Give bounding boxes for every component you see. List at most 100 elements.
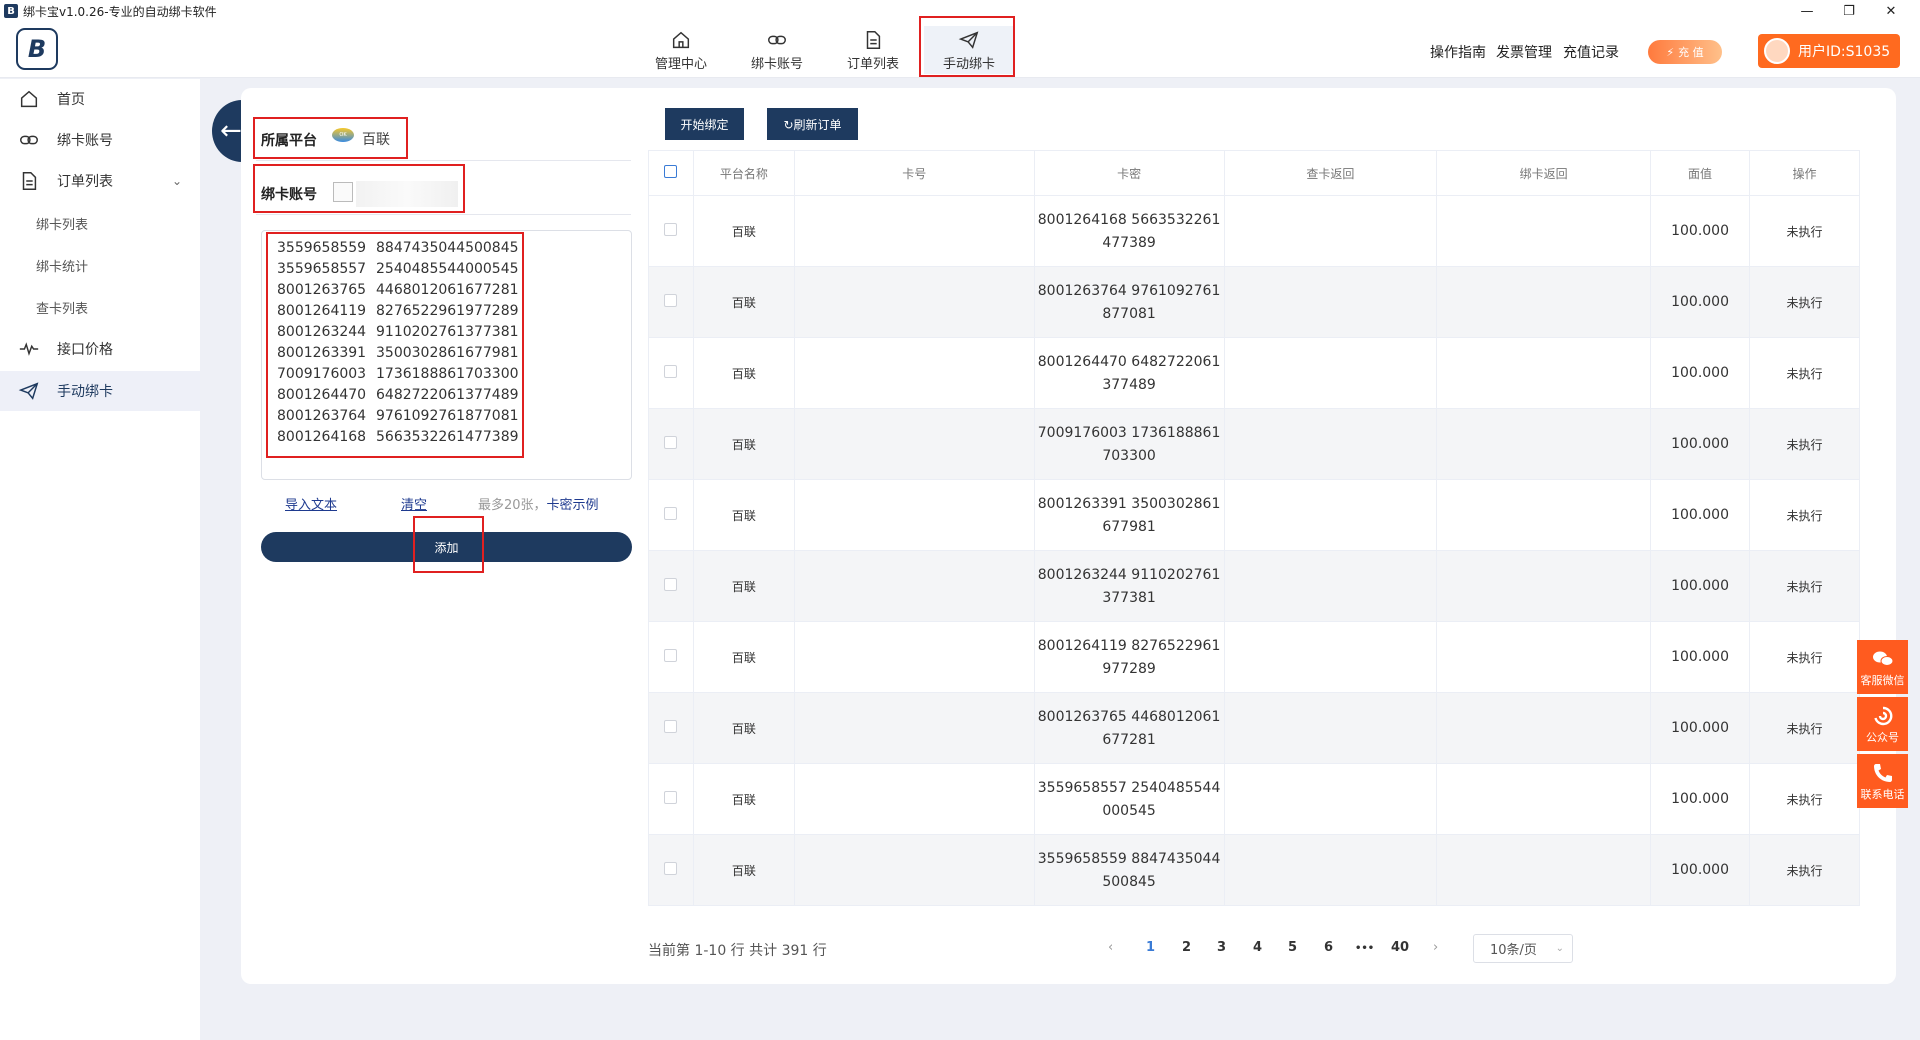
row-checkbox[interactable] [664,577,678,591]
account-select[interactable] [356,181,458,207]
card-secret-cell: 3559658557 2540485544 000545 [1033,763,1225,835]
lightning-icon: ⚡ [1666,45,1675,59]
chevron-down-icon: ⌄ [172,174,183,188]
table-row[interactable]: 百联 3559658559 8847435044 500845 100.000 未执行 [648,834,1860,906]
card-number-cell [793,266,1035,338]
row-checkbox[interactable] [664,506,678,520]
row-checkbox[interactable] [664,861,678,875]
refresh-orders-button[interactable]: ↻刷新订单 [767,108,858,140]
row-select-cell[interactable] [648,692,694,764]
sidebar-item-manual-bind[interactable]: 手动绑卡 [0,371,200,411]
table-row[interactable]: 百联 8001264168 5663532261 477389 100.000 未执行 [648,195,1860,267]
tab-bind-accounts[interactable]: 绑卡账号 [732,26,822,74]
row-checkbox[interactable] [664,293,678,307]
bind-result-cell [1436,763,1652,835]
table-row[interactable]: 百联 7009176003 1736188861 703300 100.000 未执行 [648,408,1860,480]
row-checkbox[interactable] [664,364,678,378]
row-checkbox[interactable] [664,435,678,449]
row-select-cell[interactable] [648,834,694,906]
card-secret-line: 8001263244 9110202761 [1037,566,1221,583]
select-all-checkbox[interactable] [664,165,678,178]
card-secret-line: 8001264119 8276522961 [1037,637,1221,654]
row-select-cell[interactable] [648,550,694,622]
minimize-button[interactable]: — [1784,0,1830,22]
table-header-row: 平台名称 卡号 卡密 查卡返回 绑卡返回 面值 操作 [648,150,1860,196]
row-checkbox[interactable] [664,222,678,236]
table-row[interactable]: 百联 8001264119 8276522961 977289 100.000 未执行 [648,621,1860,693]
tab-management-center[interactable]: 管理中心 [636,26,726,74]
divider [256,214,631,215]
row-select-cell[interactable] [648,337,694,409]
row-checkbox[interactable] [664,790,678,804]
row-select-cell[interactable] [648,408,694,480]
select-all-cell[interactable] [648,150,694,196]
status-cell: 未执行 [1749,195,1860,267]
page-size-value: 10条/页 [1490,943,1537,958]
tab-order-list[interactable]: 订单列表 [828,26,918,74]
platform-cell: 百联 [692,408,795,480]
page-button[interactable]: 40 [1391,940,1409,955]
row-select-cell[interactable] [648,266,694,338]
table-row[interactable]: 百联 8001263244 9110202761 377381 100.000 未执行 [648,550,1860,622]
row-select-cell[interactable] [648,621,694,693]
add-button[interactable]: 添加 [261,532,632,562]
card-number-cell [793,479,1035,551]
contact-phone-button[interactable]: 联系电话 [1857,754,1908,808]
row-select-cell[interactable] [648,763,694,835]
table-row[interactable]: 百联 8001263765 4468012061 677281 100.000 未执行 [648,692,1860,764]
start-bind-button[interactable]: 开始绑定 [665,108,744,140]
card-line: 3559658559 8847435044500845 [277,240,519,256]
example-link[interactable]: 卡密示例 [547,498,599,513]
invoice-management-link[interactable]: 发票管理 [1496,42,1552,62]
pagination-summary: 当前第 1-10 行 共计 391 行 [648,943,827,959]
page-button[interactable]: 2 [1182,940,1191,955]
sidebar-item-order-list[interactable]: 订单列表 ⌄ [0,161,200,201]
sidebar-item-home[interactable]: 首页 [0,79,200,119]
tab-manual-bind[interactable]: 手动绑卡 [924,26,1014,74]
prev-page-button[interactable]: ‹ [1108,940,1113,955]
sidebar-item-bind-list[interactable]: 绑卡列表 [0,203,200,243]
page-button[interactable]: 5 [1288,940,1297,955]
table-row[interactable]: 百联 8001263764 9761092761 877081 100.000 未执行 [648,266,1860,338]
table-row[interactable]: 百联 8001263391 3500302861 677981 100.000 未执行 [648,479,1860,551]
sidebar-item-bind-accounts[interactable]: 绑卡账号 [0,120,200,160]
page-button[interactable]: 3 [1217,940,1226,955]
next-page-button[interactable]: › [1433,940,1438,955]
sidebar-item-bind-stats[interactable]: 绑卡统计 [0,245,200,285]
tab-label: 绑卡账号 [750,56,803,72]
row-select-cell[interactable] [648,195,694,267]
row-checkbox[interactable] [664,648,678,662]
maximize-button[interactable]: ❐ [1826,0,1872,22]
user-account-button[interactable]: 用户ID:S1035 [1758,34,1900,68]
sidebar-item-label: 查卡列表 [36,301,89,317]
import-text-link[interactable]: 导入文本 [285,494,337,513]
recharge-button[interactable]: ⚡ 充 值 [1648,40,1722,64]
page-size-select[interactable]: 10条/页 ⌄ [1473,934,1573,963]
send-icon [18,382,39,400]
platform-value[interactable]: 百联 [362,129,390,149]
page-button[interactable]: 1 [1146,940,1155,955]
page-button[interactable]: 6 [1324,940,1333,955]
card-line: 3559658557 2540485544000545 [277,261,519,277]
page-button[interactable]: 4 [1253,940,1262,955]
check-result-cell [1223,408,1438,480]
close-button[interactable]: ✕ [1868,0,1914,22]
page-ellipsis[interactable]: ••• [1355,943,1374,954]
recharge-records-link[interactable]: 充值记录 [1563,42,1619,62]
table-row[interactable]: 百联 8001264470 6482722061 377489 100.000 未执行 [648,337,1860,409]
check-result-cell [1223,834,1438,906]
sidebar-item-api-price[interactable]: 接口价格 [0,329,200,369]
customer-service-wechat-button[interactable]: 客服微信 [1857,640,1908,694]
row-select-cell[interactable] [648,479,694,551]
official-account-icon [1873,706,1892,725]
official-account-button[interactable]: 公众号 [1857,697,1908,751]
table-row[interactable]: 百联 3559658557 2540485544 000545 100.000 未执行 [648,763,1860,835]
check-result-cell [1223,550,1438,622]
pulse-icon [19,342,39,356]
app-logo: B [16,28,58,70]
sidebar-item-check-list[interactable]: 查卡列表 [0,287,200,327]
clear-link[interactable]: 清空 [401,494,427,513]
avatar [1764,38,1790,64]
row-checkbox[interactable] [664,719,678,733]
operation-guide-link[interactable]: 操作指南 [1430,42,1486,62]
